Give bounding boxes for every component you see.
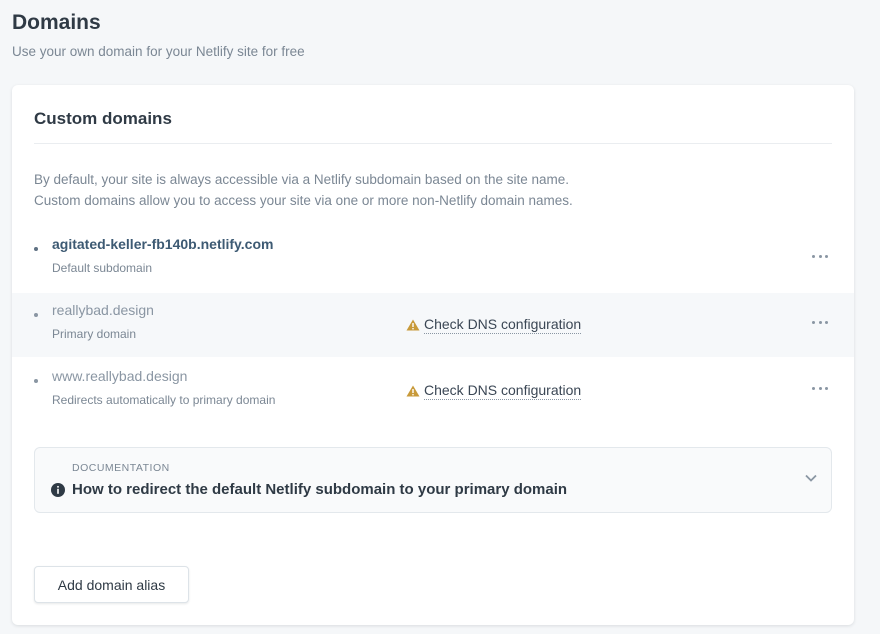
add-domain-alias-button[interactable]: Add domain alias — [34, 566, 189, 603]
page-subtitle: Use your own domain for your Netlify sit… — [12, 44, 305, 59]
check-dns-label: Check DNS configuration — [424, 382, 582, 400]
warning-triangle-icon — [406, 385, 420, 397]
bullet-icon — [34, 247, 38, 251]
domain-description: Primary domain — [52, 327, 137, 341]
custom-domains-card: Custom domains By default, your site is … — [12, 85, 854, 625]
domain-name: www.reallybad.design — [52, 368, 188, 384]
domain-name[interactable]: agitated-keller-fb140b.netlify.com — [52, 236, 273, 252]
more-options-icon[interactable] — [812, 387, 828, 391]
check-dns-link[interactable]: Check DNS configuration — [406, 316, 582, 334]
check-dns-link[interactable]: Check DNS configuration — [406, 382, 582, 400]
chevron-down-icon[interactable] — [805, 474, 817, 482]
documentation-accordion[interactable]: DOCUMENTATION How to redirect the defaul… — [34, 447, 832, 513]
info-circle-icon — [51, 483, 65, 497]
more-options-icon[interactable] — [812, 255, 828, 259]
domain-description: Default subdomain — [52, 261, 153, 275]
intro-text: By default, your site is always accessib… — [34, 169, 573, 211]
intro-line-1: By default, your site is always accessib… — [34, 172, 570, 187]
page-header: Domains Use your own domain for your Net… — [12, 10, 305, 59]
card-title: Custom domains — [34, 109, 172, 128]
page-title: Domains — [12, 11, 101, 34]
check-dns-label: Check DNS configuration — [424, 316, 582, 334]
bullet-icon — [34, 313, 38, 317]
documentation-label: DOCUMENTATION — [72, 462, 170, 474]
documentation-title[interactable]: How to redirect the default Netlify subd… — [72, 481, 567, 498]
domain-row-primary: reallybad.design Primary domain Check DN… — [12, 293, 854, 357]
domain-row-default: agitated-keller-fb140b.netlify.com Defau… — [12, 227, 854, 291]
warning-triangle-icon — [406, 319, 420, 331]
bullet-icon — [34, 379, 38, 383]
more-options-icon[interactable] — [812, 321, 828, 325]
domain-row-www: www.reallybad.design Redirects automatic… — [12, 359, 854, 423]
intro-line-2: Custom domains allow you to access your … — [34, 193, 573, 208]
domain-name: reallybad.design — [52, 302, 154, 318]
divider — [34, 143, 832, 144]
domain-description: Redirects automatically to primary domai… — [52, 393, 276, 407]
